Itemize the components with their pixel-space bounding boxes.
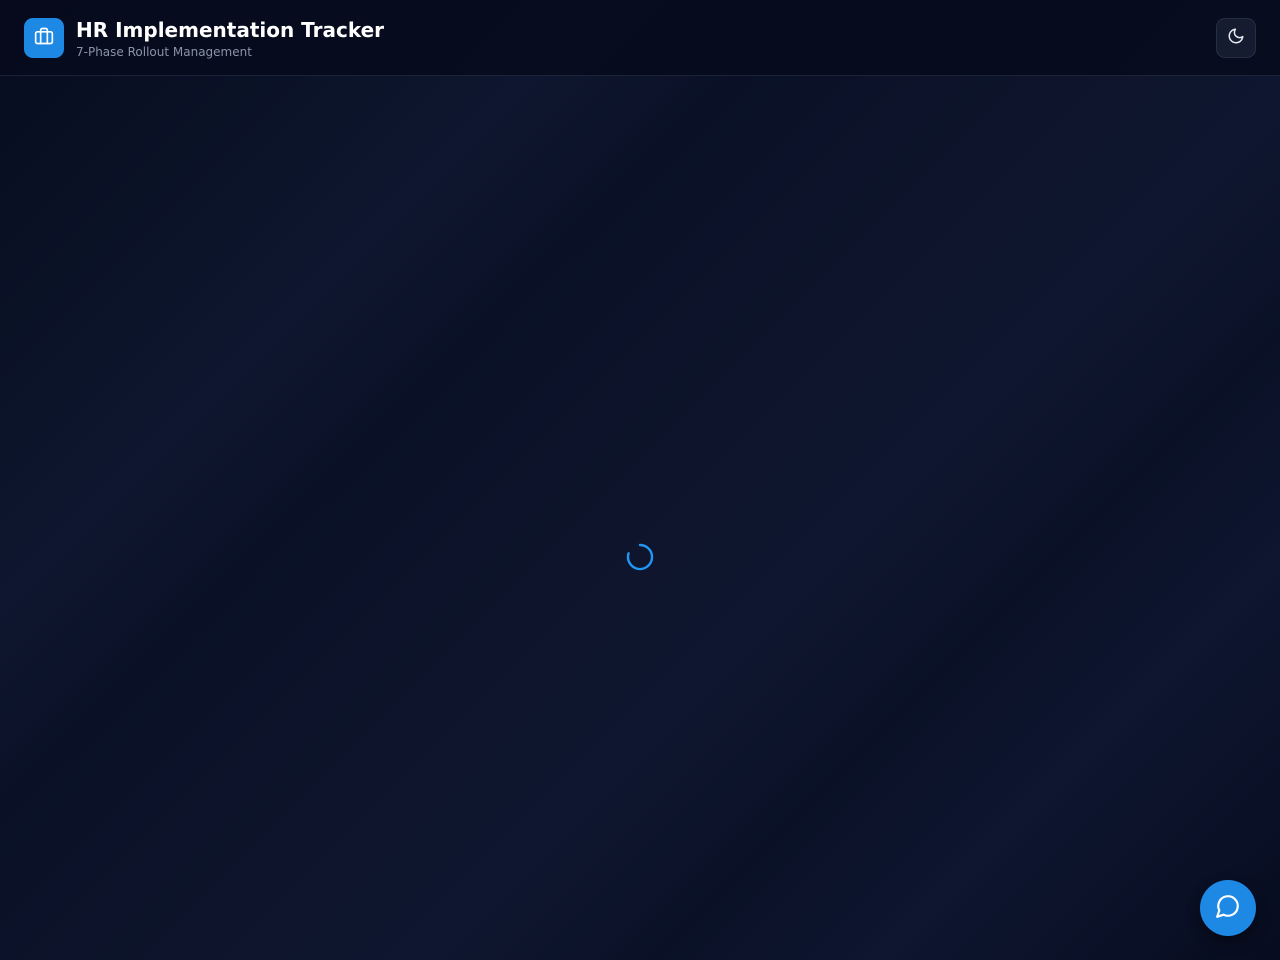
app-header: HR Implementation Tracker 7-Phase Rollou… bbox=[0, 0, 1280, 76]
briefcase-icon bbox=[34, 26, 54, 50]
chat-button[interactable] bbox=[1200, 880, 1256, 936]
page-background bbox=[0, 0, 1280, 960]
spinner-icon bbox=[626, 543, 654, 575]
moon-icon bbox=[1227, 27, 1245, 49]
chat-bubble-icon bbox=[1215, 893, 1241, 923]
page-subtitle: 7-Phase Rollout Management bbox=[76, 45, 252, 59]
app-logo bbox=[24, 18, 64, 58]
page-title: HR Implementation Tracker bbox=[76, 18, 385, 42]
theme-toggle-button[interactable] bbox=[1216, 18, 1256, 58]
loading-spinner bbox=[626, 543, 654, 571]
